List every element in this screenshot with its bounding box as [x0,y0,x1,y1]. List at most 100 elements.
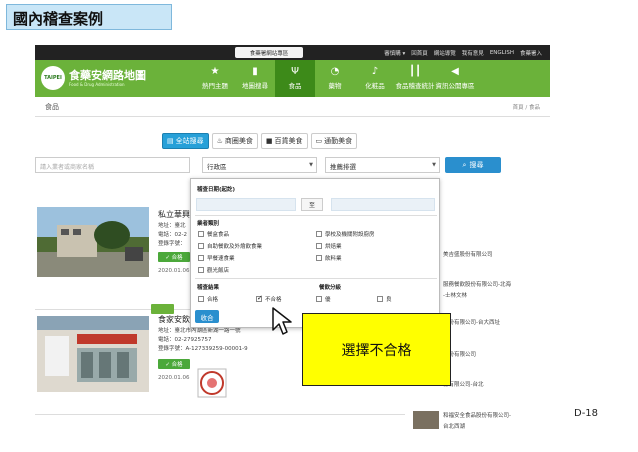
nearby-item[interactable]: -士林文林 [443,291,467,299]
top-link[interactable]: 網站導覽 [434,49,456,57]
breadcrumb[interactable]: 首頁 / 食品 [513,103,540,111]
nav-item[interactable]: Ψ 食品 [275,60,315,97]
checkbox-type-beverage[interactable]: 飲料業 [316,254,342,262]
top-link[interactable]: ENGLISH [490,50,514,56]
chevron-down-icon: ▼ [309,162,313,168]
checkbox-type-hotel[interactable]: 觀光飯店 [198,266,229,274]
nearby-item[interactable]: 股份有限公司-台大西址 [443,318,500,326]
status-badge: ✓ 合格 [158,359,190,369]
top-link[interactable]: 回首頁 [411,49,428,57]
checkbox-type-buffet-catering[interactable]: 自助餐飲及外燴飲食業 [198,242,262,250]
nav-item[interactable]: ▮ 地圖搜尋 [235,60,275,97]
business-type-label: 業者類別 [197,221,220,227]
date-to-label: 至 [301,198,323,211]
tab-department-store-food[interactable]: ■ 百貨美食 [260,133,308,149]
store-phone: 電話：02-27925757 [158,337,212,343]
checkbox-box [316,255,322,261]
nav-item-label: 藥物 [328,82,342,90]
checkbox-box [198,243,204,249]
top-link[interactable]: 審慎購 ▾ [384,49,405,57]
sort-select[interactable]: 推薦排選 ▼ [325,157,440,173]
checkbox-grade-excellent[interactable]: 優 [316,295,331,303]
page-header: 食品 首頁 / 食品 [35,97,550,117]
nav-item-label: 食品 [288,82,302,90]
divider [195,215,437,216]
checkbox-box [316,243,322,249]
top-link[interactable]: 我有意見 [462,49,484,57]
checkbox-box [377,296,383,302]
checkbox-label: 不合格 [265,297,282,303]
checkbox-result-fail[interactable]: 不合格 [256,294,282,303]
nav-item[interactable]: ★ 熱門主題 [195,60,235,97]
slide-title: 國內稽查案例 [6,4,172,30]
collapse-button[interactable]: 收合 [195,310,219,323]
nav-item-label: 資訊公開專區 [435,82,475,90]
store-photo [37,207,149,277]
nav-item-label: 食品稽查統計 [395,82,435,90]
nav-item-label: 地圖搜尋 [242,82,268,90]
nearby-item[interactable]: 美吉盛股份有限公司 [443,250,493,258]
tab-commute-food[interactable]: ▭ 通勤美食 [310,133,358,149]
top-utility-bar: 食藥署網站專區 審慎購 ▾ 回首頁 網站導覽 我有意見 ENGLISH 食藥署入 [35,45,550,60]
checkbox-type-school-kitchen[interactable]: 學校及機關附設廚房 [316,230,375,238]
store-name[interactable]: 食家安飲 [158,314,190,325]
search-row: 請入業者或商家名稱 行政區 ▼ 推薦排選 ▼ ⌕ 搜尋 [35,157,550,175]
star-icon: ★ [210,66,220,77]
checkbox-box [198,267,204,273]
map-pin-badge[interactable] [151,304,174,314]
checkbox-type-bakery[interactable]: 烘焙業 [316,242,342,250]
megaphone-icon: ◀ [451,66,459,77]
train-icon: ▭ [315,137,323,145]
search-button[interactable]: ⌕ 搜尋 [445,157,501,173]
divider [195,278,437,279]
nearby-thumbnail [413,411,439,429]
start-date-field[interactable] [196,198,296,211]
tab-site-search[interactable]: ▤ 全站搜尋 [162,133,209,149]
checkbox-result-pass[interactable]: 合格 [198,295,218,303]
promo-banner[interactable]: 食藥署網站專區 [235,47,303,58]
nearby-item[interactable]: 服務餐飲股份有限公司-北海 [443,280,511,288]
site-logo[interactable]: TAIPEI 食藥安網路地圖 Food & Drug Administratio… [41,64,161,92]
pill-icon: ◔ [330,66,340,77]
nav-item[interactable]: ♪ 化粧品 [355,60,395,97]
top-link[interactable]: 食藥署入 [520,49,542,57]
checkbox-grade-good[interactable]: 良 [377,295,392,303]
store-name[interactable]: 私立華興 [158,209,190,220]
inspection-date-label: 稽查日期(起訖) [197,187,236,193]
end-date-field[interactable] [331,198,435,211]
checkbox-box-checked [256,294,263,302]
store-registration: 登錄字號： [158,241,186,247]
list-icon: ▤ [167,137,174,145]
slide-number: D-18 [574,408,599,419]
inspection-date: 2020.01.06 [158,268,190,274]
filter-dropdown: 稽查日期(起訖) 至 業者類別 餐盒食品 學校及機關附設廚房 自助餐飲及外燴飲食… [190,178,440,328]
fork-knife-icon: Ψ [291,66,299,77]
map-icon: ▮ [252,66,258,77]
keyword-input[interactable]: 請入業者或商家名稱 [35,157,190,173]
nearby-item[interactable]: 和福安全食品股份有限公司- [443,411,511,419]
page-title: 食品 [45,102,59,111]
checkbox-label: 學校及機關附設廚房 [325,232,375,238]
checkbox-type-boxed-meal[interactable]: 餐盒食品 [198,230,229,238]
nav-item[interactable]: ◀ 資訊公開專區 [435,60,475,97]
mouse-pointer-icon [272,307,292,335]
store-address: 地址：臺北 [158,223,186,229]
tab-district-food[interactable]: ♨ 商圈美食 [211,133,258,149]
store-registration: 登錄字號：A-127339259-00001-9 [158,346,248,352]
checkbox-box [198,296,204,302]
logo-subtitle: Food & Drug Administration [69,81,125,87]
district-select[interactable]: 行政區 ▼ [202,157,317,173]
grade-label: 餐飲分級 [319,285,342,291]
checkbox-label: 餐盒食品 [207,232,230,238]
nav-item[interactable]: ┃┃ 食品稽查統計 [395,60,435,97]
checkbox-label: 合格 [207,297,219,303]
nav-item[interactable]: ◔ 藥物 [315,60,355,97]
nav-item-label: 化粧品 [365,82,385,90]
instruction-callout: 選擇不合格 [302,313,451,386]
nearby-item[interactable]: 台北西湖 [443,422,465,430]
checkbox-type-breakfast[interactable]: 早餐速食業 [198,254,235,262]
checkbox-box [316,296,322,302]
checkbox-box [198,255,204,261]
checkbox-box [316,231,322,237]
shopping-bag-icon: ■ [265,137,273,145]
